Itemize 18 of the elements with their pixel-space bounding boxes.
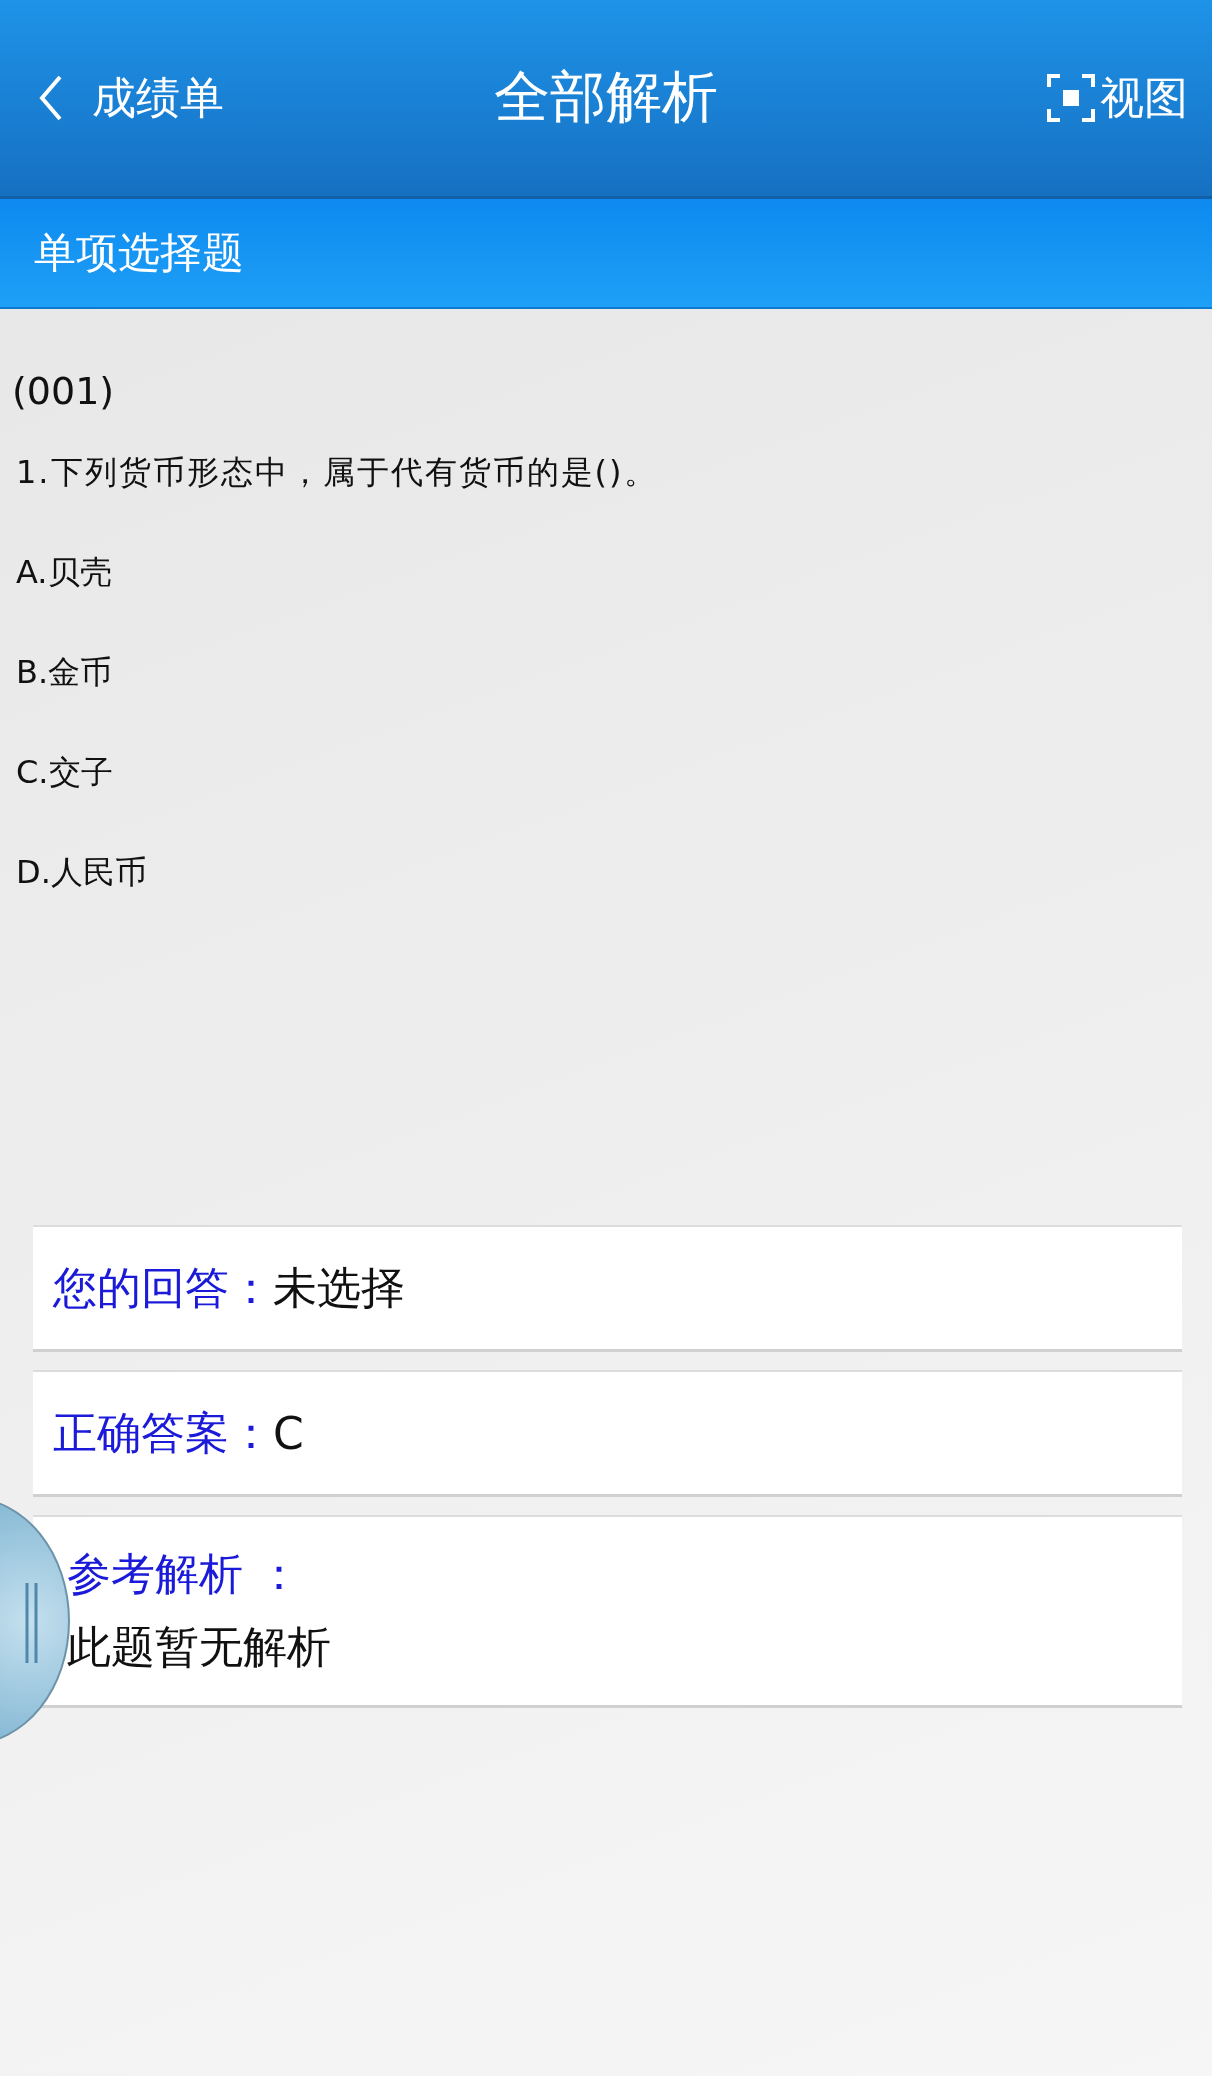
result-label: 正确答案：	[53, 1405, 273, 1460]
answer-option[interactable]: D.人民币	[16, 851, 1200, 895]
question-text: 1.下列货币形态中，属于代有货币的是()。	[16, 452, 659, 493]
answer-option[interactable]: C.交子	[16, 751, 1200, 795]
question-number: (001)	[12, 369, 116, 413]
analysis-text: 此题暂无解析	[67, 1620, 332, 1674]
view-icon	[1046, 73, 1096, 123]
section-title: 单项选择题	[34, 227, 244, 279]
analysis-label: 参考解析 ：	[67, 1547, 302, 1601]
result-value: C	[273, 1407, 304, 1459]
result-value: 未选择	[273, 1260, 405, 1315]
result-label: 您的回答：	[53, 1260, 273, 1315]
back-button[interactable]: 成绩单	[38, 68, 224, 128]
view-button[interactable]: 视图	[1046, 68, 1188, 128]
answer-option[interactable]: A.贝壳	[16, 551, 1200, 595]
back-icon	[38, 74, 64, 122]
page-title: 全部解析	[494, 64, 718, 129]
answer-option[interactable]: B.金币	[16, 651, 1200, 695]
